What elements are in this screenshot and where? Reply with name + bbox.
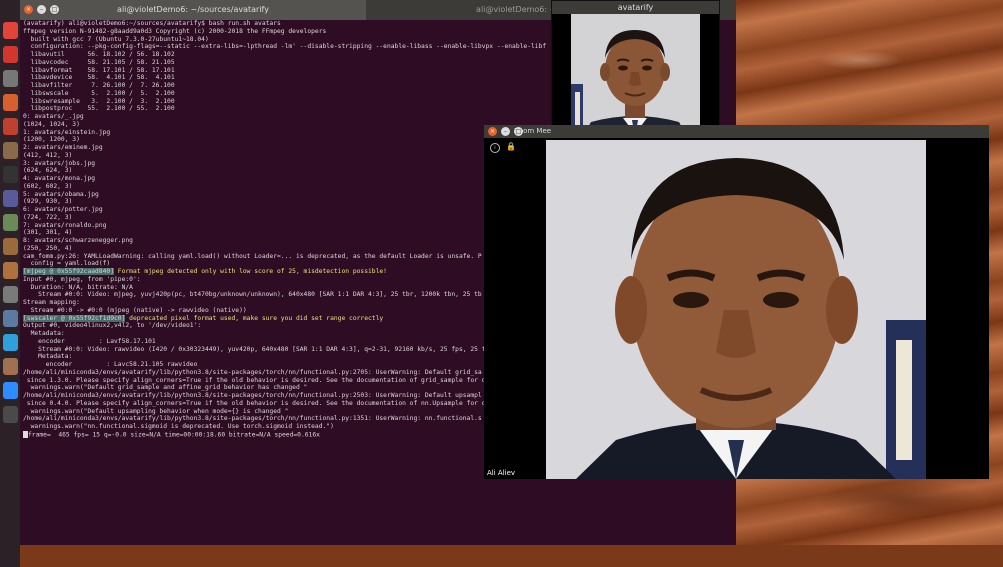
opera-icon[interactable] [2,46,18,63]
terminal-line-text: (250, 250, 4) [23,244,73,252]
log-source-tag: [swscaler @ 0x55f92cf1d9c0] [23,314,126,322]
terminal-line-text: warnings.warn("Default upsampling behavi… [23,407,289,415]
terminal-line-text: libavformat 58. 17.101 / 58. 17.101 [23,66,175,74]
terminal-line-text: (624, 624, 3) [23,167,73,175]
terminal-line-text: (724, 722, 3) [23,213,73,221]
lock-icon[interactable]: 🔒 [506,142,516,151]
terminal-line-text: encoder : Lavf58.17.101 [23,337,156,345]
zoom-meeting-window[interactable]: Zoom Mee × – □ i 🔒 Ali Aliev [484,125,989,479]
settings-icon[interactable] [2,70,18,87]
terminal-line-text: 5: avatars/obama.jpg [23,190,99,198]
log-warning-text: deprecated pixel format used, make sure … [125,314,384,322]
terminal-line-text: /home/ali/miniconda3/envs/avatarify/lib/… [23,368,482,376]
terminal-line-text: Input #0, mjpeg, from 'pipe:0': [23,275,141,283]
terminal-line-text: libswresample 3. 2.100 / 3. 2.100 [23,97,175,105]
terminal-line-text: 3: avatars/jobs.jpg [23,159,96,167]
log-source-tag: [mjpeg @ 0x55f92caad840] [23,268,114,275]
window-controls: × – □ [24,5,59,14]
maximize-icon[interactable]: □ [514,127,523,136]
terminal-tab-active[interactable]: ali@violetDemo6: ~/sources/avatarify [20,0,366,20]
launcher-dock [0,0,20,567]
terminal-line-text: config = yaml.load(f) [23,260,111,268]
terminal-line-text: 4: avatars/mona.jpg [23,175,96,182]
terminal-line-text: cam_fomm.py:26: YAMLLoadWarning: calling… [23,252,482,260]
terminal-line-text: configuration: --pkg-config-flags=--stat… [23,43,547,51]
terminal-line-text: 8: avatars/schwarzenegger.png [23,237,133,244]
terminal-line-text: 6: avatars/potter.jpg [23,206,103,213]
zoom-title: Zoom Mee [484,125,989,138]
participant-name: Ali Aliev [487,469,516,477]
terminal-line-text: Stream mapping: [23,299,80,306]
monitor-icon[interactable] [2,406,18,423]
telegram-icon[interactable] [2,334,18,351]
text-icon[interactable] [2,286,18,303]
close-icon[interactable]: × [488,127,497,136]
files-icon[interactable] [2,142,18,159]
image-icon[interactable] [2,214,18,231]
close-icon[interactable]: × [24,5,33,14]
terminal-line-text: (412, 412, 3) [23,151,73,159]
chrome-icon[interactable] [2,22,18,39]
folder-icon[interactable] [2,262,18,279]
terminal-line-text: warnings.warn("nn.functional.sigmoid is … [23,423,334,430]
terminal-line-text: Stream #0:0: Video: rawvideo (I420 / 0x3… [23,345,486,353]
terminal-line-text: Metadata: [23,353,73,361]
software-icon[interactable] [2,94,18,111]
zoom-icon[interactable] [2,382,18,399]
terminal-icon[interactable] [2,166,18,183]
terminal-line-text: (1024, 1024, 3) [23,120,80,128]
avatarify-title: avatarify [552,1,719,14]
terminal-line-text: encoder : Lavc58.21.105 rawvideo [23,361,198,368]
terminal-line-text: 2: avatars/eminem.jpg [23,144,103,151]
avatar-preview-image [571,14,700,140]
terminal-line-text: Stream #0:0 -> #0:0 (mjpeg (native) -> r… [23,306,247,314]
terminal-line-text: /home/ali/miniconda3/envs/avatarify/lib/… [23,392,482,399]
terminal-line-text: /home/ali/miniconda3/envs/avatarify/lib/… [23,415,482,423]
terminal-line-text: libavutil 56. 18.102 / 56. 18.102 [23,51,175,58]
terminal-line-text: since 0.4.0. Please specify align_corner… [23,399,486,407]
document-icon[interactable] [2,190,18,207]
terminal-line-text: Output #0, video4linux2,v4l2, to '/dev/v… [23,322,202,330]
participant-video [546,140,926,479]
terminal-line-text: (1200, 1200, 3) [23,136,80,144]
terminal-line-text: libpostproc 55. 2.100 / 55. 2.100 [23,105,175,113]
terminal-line-text: libavfilter 7. 26.100 / 7. 26.100 [23,82,175,89]
terminal-line-text: libswscale 5. 2.100 / 5. 2.100 [23,89,175,97]
terminal-line-text: (602, 602, 3) [23,182,73,190]
log-warning-text: Format mjpeg detected only with low scor… [114,268,387,275]
terminal-line-text: 0: avatars/_.jpg [23,113,84,120]
minimize-icon[interactable]: – [37,5,46,14]
terminal-line-text: frame= 465 fps= 15 q=-0.0 size=N/A time=… [28,431,320,439]
terminal-line-text: Stream #0:0: Video: mjpeg, yuvj420p(pc, … [23,291,482,299]
maximize-icon[interactable]: □ [50,5,59,14]
terminal-line-text: built with gcc 7 (Ubuntu 7.3.0-27ubuntu1… [23,35,209,43]
terminal-line-text: (929, 930, 3) [23,198,73,206]
terminal-line-text: (avatarify) ali@violetDemo6:~/sources/av… [23,20,281,27]
zoom-window-controls: × – □ [488,127,523,136]
terminal-line-text: libavcodec 58. 21.105 / 58. 21.105 [23,58,175,66]
minimize-icon[interactable]: – [501,127,510,136]
tools-icon[interactable] [2,118,18,135]
network-icon[interactable] [2,310,18,327]
terminal-line-text: 7: avatars/ronaldo.png [23,221,107,229]
terminal-line-text: (301, 301, 4) [23,229,73,237]
terminal-line-text: Duration: N/A, bitrate: N/A [23,283,133,291]
terminal-line-text: ffmpeg version N-91482-g8aadd9a0d3 Copyr… [23,27,327,35]
archive-icon[interactable] [2,238,18,255]
info-icon[interactable]: i [490,143,500,153]
terminal-line-text: warnings.warn("Default grid_sample and a… [23,384,308,392]
terminal-line-text: libavdevice 58. 4.101 / 58. 4.101 [23,74,175,82]
terminal-line-text: Metadata: [23,330,65,337]
avatarify-window[interactable]: avatarify [551,0,720,142]
terminal-line-text: since 1.3.0. Please specify align_corner… [23,376,486,384]
terminal-line-text: 1: avatars/einstein.jpg [23,128,111,136]
gallery-icon[interactable] [2,358,18,375]
